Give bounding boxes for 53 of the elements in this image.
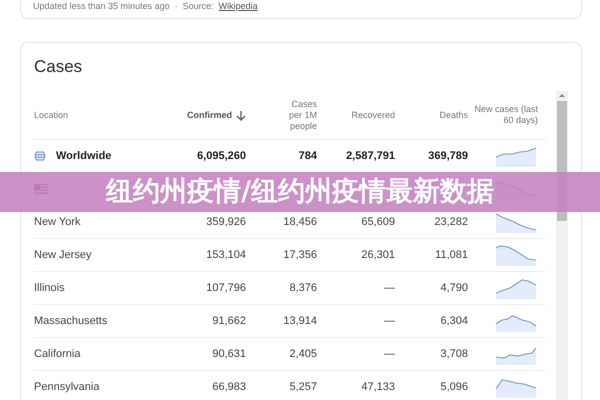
card-title: Cases — [34, 57, 84, 78]
per-million-cell: 8,376 — [289, 282, 317, 294]
recovered-cell: 47,133 — [361, 381, 395, 393]
column-header[interactable]: Confirmed — [186, 110, 246, 120]
sparkline-chart — [494, 145, 538, 167]
confirmed-cell: 359,926 — [206, 216, 246, 228]
source-label: Source: — [182, 1, 214, 12]
recovered-cell: 26,301 — [361, 249, 395, 261]
confirmed-cell: 66,983 — [212, 381, 246, 393]
recovered-cell: — — [384, 348, 395, 360]
source-link[interactable]: Wikipedia — [218, 1, 258, 12]
sparkline-chart — [494, 211, 538, 233]
location-cell[interactable]: Worldwide — [56, 150, 112, 162]
column-header[interactable]: Deaths — [395, 110, 468, 120]
column-header[interactable]: Recovered — [317, 110, 395, 120]
deaths-cell: 3,708 — [440, 348, 468, 360]
location-cell[interactable]: New York — [34, 216, 80, 228]
updated-text: Updated less than 35 minutes ago — [33, 1, 170, 12]
deaths-cell: 11,081 — [435, 249, 468, 261]
banner-title: 纽约州疫情/纽约州疫情最新数据 — [106, 177, 494, 207]
deaths-cell: 23,282 — [434, 216, 468, 228]
recovered-cell: — — [384, 315, 395, 327]
per-million-cell: 18,456 — [283, 216, 317, 228]
deaths-cell: 6,304 — [440, 315, 468, 327]
sparkline-chart — [494, 244, 538, 266]
per-million-cell: 13,914 — [283, 315, 317, 327]
confirmed-cell: 90,631 — [212, 348, 246, 360]
location-cell[interactable]: California — [34, 348, 80, 360]
recovered-cell: 2,587,791 — [346, 150, 395, 162]
location-cell[interactable]: New Jersey — [34, 249, 92, 261]
separator-dot: · — [174, 1, 178, 12]
location-cell[interactable]: Pennsylvania — [34, 381, 100, 393]
confirmed-cell: 153,104 — [206, 249, 246, 261]
column-header[interactable]: Cases per 1M people — [246, 98, 317, 132]
column-header[interactable]: Location — [34, 110, 186, 120]
confirmed-cell: 107,796 — [206, 282, 246, 294]
per-million-cell: 784 — [298, 150, 317, 162]
deaths-cell: 5,096 — [440, 381, 468, 393]
location-cell[interactable]: Massachusetts — [34, 315, 108, 327]
column-header[interactable]: New cases (last 60 days) — [468, 104, 546, 126]
confirmed-cell: 6,095,260 — [197, 150, 246, 162]
confirmed-cell: 91,662 — [212, 315, 246, 327]
globe-icon — [34, 150, 46, 162]
per-million-cell: 17,356 — [283, 249, 317, 261]
recovered-cell: — — [384, 282, 395, 294]
deaths-cell: 369,789 — [428, 150, 468, 162]
location-cell[interactable]: Illinois — [34, 282, 65, 294]
per-million-cell: 5,257 — [289, 381, 317, 393]
deaths-cell: 4,790 — [440, 282, 468, 294]
sparkline-chart — [494, 277, 538, 299]
recovered-cell: 65,609 — [361, 216, 395, 228]
sort-down-icon — [236, 110, 246, 120]
per-million-cell: 2,405 — [289, 348, 317, 360]
